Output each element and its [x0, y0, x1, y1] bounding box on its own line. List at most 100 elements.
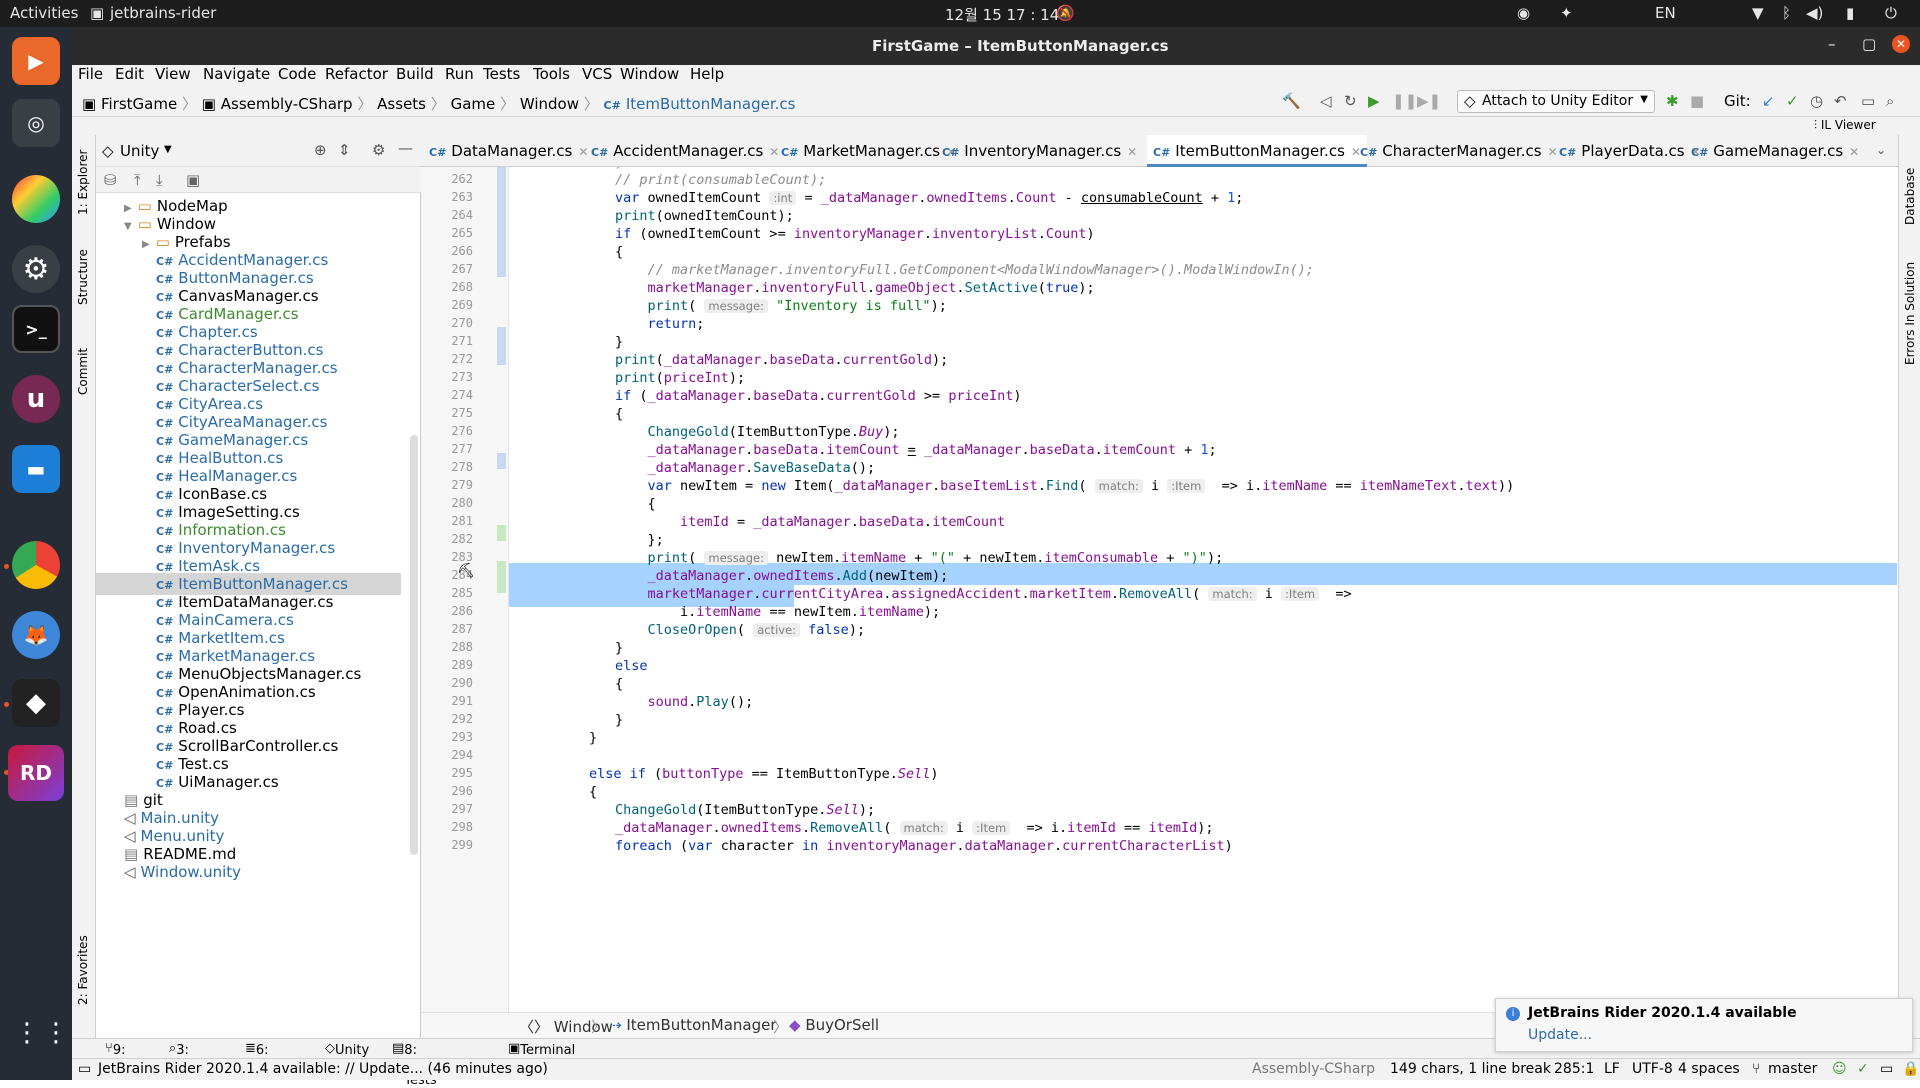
clock[interactable]: 12월 15 17 : 14: [945, 4, 1059, 25]
tab-playerdata[interactable]: C# PlayerData.cs ✕: [1559, 135, 1701, 167]
sync-icon[interactable]: ◉: [1517, 4, 1530, 22]
git-tool-button[interactable]: ⑂ 9: Git: [105, 1041, 132, 1073]
git-history-icon[interactable]: ◷: [1810, 92, 1823, 110]
todo-tool-button[interactable]: ≣ 6: TODO: [245, 1041, 294, 1073]
breadcrumb-assets[interactable]: Assets: [377, 95, 426, 113]
refresh-icon[interactable]: ↻: [1344, 92, 1357, 110]
chrome-icon[interactable]: [12, 541, 60, 589]
il-viewer-button[interactable]: ⫶ IL Viewer: [1814, 118, 1876, 133]
show-files-icon[interactable]: ⛁: [104, 171, 117, 189]
memory-icon[interactable]: ▭: [1880, 1061, 1893, 1077]
menu-window[interactable]: Window: [620, 65, 679, 83]
gitkraken-icon[interactable]: 🦊: [12, 611, 60, 659]
rider-icon[interactable]: RD: [8, 745, 64, 801]
tab-inventorymanager[interactable]: C# InventoryManager.cs ✕: [942, 135, 1137, 167]
pause-icon[interactable]: ❚❚: [1392, 92, 1417, 110]
ubuntu-software-icon[interactable]: u: [12, 375, 60, 423]
unity-play-icon[interactable]: ◁: [1320, 92, 1332, 110]
breadcrumb-solution[interactable]: FirstGame: [101, 95, 177, 113]
close-button[interactable]: ✕: [1892, 35, 1910, 53]
status-icon[interactable]: ▭: [78, 1061, 91, 1077]
battery-icon[interactable]: ▮: [1846, 4, 1854, 22]
layout-icon[interactable]: ▭: [1861, 92, 1875, 110]
breadcrumb-game[interactable]: Game: [451, 95, 496, 113]
settings-icon[interactable]: ⚙: [12, 245, 60, 293]
status-branch[interactable]: master: [1768, 1061, 1817, 1077]
menu-file[interactable]: File: [78, 65, 103, 83]
status-project[interactable]: Assembly-CSharp: [1252, 1061, 1375, 1077]
inspection-ok-icon[interactable]: ☺: [1832, 1061, 1847, 1077]
unit-tests-tool-button[interactable]: ▤ 8: Unit Tests: [392, 1041, 437, 1088]
vcs-change-marker[interactable]: [497, 561, 506, 593]
preview-icon[interactable]: ▣: [186, 171, 200, 189]
git-update-icon[interactable]: ↙: [1762, 92, 1775, 110]
lock-icon[interactable]: 🔒: [1902, 1061, 1919, 1077]
tab-marketmanager[interactable]: C# MarketManager.cs ✕: [781, 135, 956, 167]
wifi-icon[interactable]: ▼: [1752, 4, 1764, 22]
breadcrumb-project[interactable]: Assembly-CSharp: [221, 95, 353, 113]
tab-gamemanager[interactable]: C# GameManager.cs ✕: [1691, 135, 1859, 167]
power-icon[interactable]: ⏻: [1885, 4, 1897, 22]
find-tool-button[interactable]: ⌕ 3: Find: [169, 1041, 203, 1073]
tab-datamanager[interactable]: C# DataManager.cs ✕: [429, 135, 588, 167]
vcs-change-marker[interactable]: [497, 327, 506, 365]
explorer-tool-tab[interactable]: 1: Explorer: [76, 150, 90, 215]
vcs-change-marker[interactable]: [497, 167, 506, 277]
status-caret-position[interactable]: 285:1: [1554, 1061, 1594, 1077]
screenshot-icon[interactable]: ◎: [12, 99, 60, 147]
menu-view[interactable]: View: [155, 65, 191, 83]
menu-vcs[interactable]: VCS: [582, 65, 612, 83]
commit-tool-tab[interactable]: Commit: [76, 348, 90, 395]
notification-update-link[interactable]: Update...: [1528, 1027, 1592, 1043]
stop-icon[interactable]: ■: [1690, 92, 1704, 110]
chevron-down-icon[interactable]: ⌄: [1876, 143, 1886, 157]
database-tool-tab[interactable]: Database: [1903, 168, 1917, 225]
explorer-scrollbar[interactable]: [410, 435, 418, 855]
code-breadcrumb-class[interactable]: ⇢ ItemButtonManager: [609, 1016, 777, 1034]
errors-tool-tab[interactable]: Errors In Solution: [1903, 262, 1917, 365]
play-icon[interactable]: ▶: [1368, 92, 1380, 110]
code-breadcrumb-method[interactable]: ◆ BuyOrSell: [789, 1016, 879, 1034]
favorites-tool-tab[interactable]: 2: Favorites: [76, 935, 90, 1005]
app-menu[interactable]: jetbrains-rider: [110, 4, 216, 22]
status-encoding[interactable]: UTF-8: [1632, 1061, 1673, 1077]
tree-item[interactable]: ◁ Window.unity: [96, 861, 401, 883]
accessibility-icon[interactable]: ✦: [1560, 4, 1573, 22]
menu-edit[interactable]: Edit: [115, 65, 144, 83]
menu-navigate[interactable]: Navigate: [203, 65, 270, 83]
git-commit-icon[interactable]: ✓: [1786, 92, 1799, 110]
explorer-view-selector[interactable]: Unity: [120, 142, 159, 160]
run-configuration-select[interactable]: ◇ Attach to Unity Editor ▼: [1457, 90, 1655, 113]
files-icon[interactable]: ▬: [12, 445, 60, 493]
tab-itembuttonmanager[interactable]: C# ItemButtonManager.cs ✕: [1147, 135, 1367, 167]
locate-icon[interactable]: ⊕: [314, 141, 327, 159]
hide-icon[interactable]: —: [398, 139, 413, 157]
unity-icon[interactable]: ◆: [12, 679, 60, 727]
search-icon[interactable]: ⌕: [1886, 92, 1894, 110]
minimize-button[interactable]: –: [1828, 35, 1836, 53]
quick-fix-hammer-icon[interactable]: ⛏: [457, 563, 475, 579]
vcs-change-marker[interactable]: [497, 453, 506, 469]
debug-icon[interactable]: ✱: [1666, 92, 1679, 110]
menu-run[interactable]: Run: [445, 65, 474, 83]
menu-help[interactable]: Help: [690, 65, 724, 83]
git-rollback-icon[interactable]: ↶: [1834, 92, 1847, 110]
menu-tools[interactable]: Tools: [533, 65, 570, 83]
terminal-tool-button[interactable]: ▣ Terminal: [508, 1041, 575, 1058]
tab-accidentmanager[interactable]: C# AccidentManager.cs ✕: [591, 135, 779, 167]
breadcrumb-file[interactable]: ItemButtonManager.cs: [626, 95, 796, 113]
code-editor[interactable]: 261 262 263 264 265 266 267 268 269 270 271 272 273 2…: [421, 167, 1898, 1012]
expand-icon[interactable]: ⤒: [134, 171, 141, 189]
update-notification[interactable]: i JetBrains Rider 2020.1.4 available Upd…: [1495, 998, 1913, 1052]
terminal-icon[interactable]: >_: [12, 305, 60, 353]
activities-button[interactable]: Activities: [10, 4, 78, 22]
breadcrumb-window[interactable]: Window: [520, 95, 579, 113]
menu-tests[interactable]: Tests: [483, 65, 520, 83]
media-player-icon[interactable]: ▶: [12, 37, 60, 85]
build-hammer-icon[interactable]: 🔨: [1282, 92, 1301, 110]
status-line-separator[interactable]: LF: [1604, 1061, 1620, 1077]
language-indicator[interactable]: EN: [1655, 4, 1676, 22]
status-indent[interactable]: 4 spaces: [1678, 1061, 1740, 1077]
tab-charactermanager[interactable]: C# CharacterManager.cs ✕: [1360, 135, 1558, 167]
chevron-down-icon[interactable]: ▼: [164, 144, 172, 155]
